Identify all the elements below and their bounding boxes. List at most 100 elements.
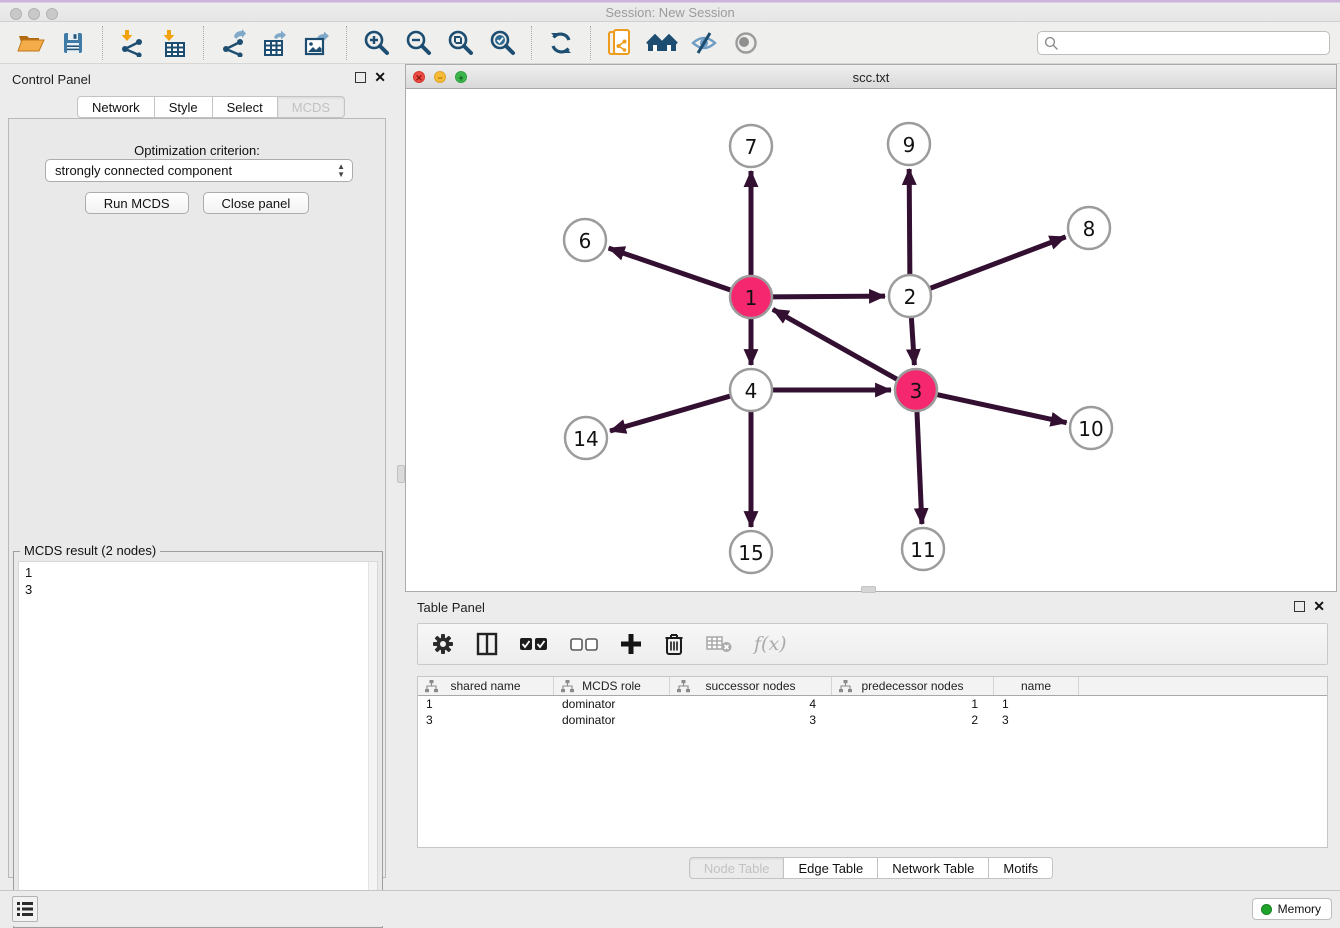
graph-edge-2-3[interactable] [911,315,914,365]
graph-node-label: 2 [904,285,917,309]
open-session-button[interactable] [14,26,48,60]
first-neighbors-button[interactable] [645,26,679,60]
mcds-panel: Optimization criterion: strongly connect… [8,118,386,878]
table-row[interactable]: 3 dominator 3 2 3 [418,712,1327,728]
graph-edge-1-2[interactable] [770,296,885,297]
column-header-shared-name[interactable]: shared name [418,677,554,695]
import-network-button[interactable] [115,26,149,60]
graph-node-label: 4 [745,379,758,403]
function-builder-button[interactable]: f(x) [754,633,787,655]
tab-motifs[interactable]: Motifs [989,857,1053,879]
cell-mcds-role[interactable]: dominator [554,712,670,728]
table-settings-button[interactable] [432,633,454,655]
tab-style[interactable]: Style [155,96,213,118]
table-split-view-button[interactable] [476,632,498,656]
table-delete-table-button[interactable] [706,635,732,653]
control-panel-tabs: Network Style Select MCDS [77,96,345,118]
splitter-handle-horizontal[interactable] [861,586,876,593]
search-input[interactable] [1037,31,1330,55]
export-network-button[interactable] [216,26,250,60]
table-delete-column-button[interactable] [664,632,684,656]
network-graph[interactable]: 1234678910111415 [406,89,1336,591]
hide-selected-button[interactable] [687,26,721,60]
cell-shared-name[interactable]: 3 [418,712,554,728]
graph-edge-1-6[interactable] [609,248,733,291]
network-view-window: ✕ − + scc.txt 1234678910111415 [405,64,1337,592]
graph-edge-3-11[interactable] [917,409,922,524]
cell-name[interactable]: 1 [994,696,1079,712]
open-folder-icon [17,31,45,55]
graph-node-label: 3 [910,379,923,403]
tree-icon [425,680,438,693]
control-panel: Control Panel ✕ Network Style Select MCD… [0,64,394,888]
cell-successor-nodes[interactable]: 3 [670,712,832,728]
tab-node-table[interactable]: Node Table [689,857,785,879]
unchecked-boxes-icon [570,637,598,651]
clone-network-icon [607,28,633,58]
graph-node-label: 14 [573,427,598,451]
window-title: Session: New Session [0,5,1340,20]
tab-select[interactable]: Select [213,96,278,118]
graph-node-label: 6 [579,229,592,253]
graph-edges [609,169,1067,527]
memory-label: Memory [1278,902,1321,916]
cell-name[interactable]: 3 [994,712,1079,728]
mcds-result-text[interactable]: 1 3 [18,561,378,923]
refresh-layout-button[interactable] [544,26,578,60]
export-image-icon [303,29,331,57]
main-toolbar [0,22,1340,64]
graph-edge-4-14[interactable] [610,395,733,431]
table-row[interactable]: 1 dominator 4 1 1 [418,696,1327,712]
cell-predecessor-nodes[interactable]: 2 [832,712,994,728]
export-table-button[interactable] [258,26,292,60]
run-mcds-button[interactable]: Run MCDS [85,192,189,214]
graph-edge-3-10[interactable] [935,394,1067,423]
table-panel-close-icon[interactable]: ✕ [1313,601,1325,612]
tab-edge-table[interactable]: Edge Table [784,857,878,879]
column-header-successor-nodes[interactable]: successor nodes [670,677,832,695]
close-panel-button[interactable]: Close panel [203,192,310,214]
export-image-button[interactable] [300,26,334,60]
save-session-button[interactable] [56,26,90,60]
import-network-icon [119,29,145,57]
graph-edge-2-9[interactable] [909,169,910,277]
zoom-in-button[interactable] [359,26,393,60]
cell-predecessor-nodes[interactable]: 1 [832,696,994,712]
control-panel-close-icon[interactable]: ✕ [374,72,386,83]
memory-button[interactable]: Memory [1252,898,1332,920]
tab-mcds[interactable]: MCDS [278,96,345,118]
tab-network-table[interactable]: Network Table [878,857,989,879]
zoom-selected-button[interactable] [485,26,519,60]
column-header-mcds-role[interactable]: MCDS role [554,677,670,695]
clone-network-button[interactable] [603,26,637,60]
window-titlebar: Session: New Session [0,0,1340,22]
import-table-button[interactable] [157,26,191,60]
cell-mcds-role[interactable]: dominator [554,696,670,712]
cell-shared-name[interactable]: 1 [418,696,554,712]
graph-edge-3-1[interactable] [773,309,900,380]
column-header-predecessor-nodes[interactable]: predecessor nodes [832,677,994,695]
memory-status-icon [1261,904,1272,915]
result-scrollbar[interactable] [368,562,377,922]
task-history-button[interactable] [12,896,38,922]
table-add-column-button[interactable] [620,633,642,655]
network-canvas[interactable]: 1234678910111415 [406,89,1336,591]
graph-node-label: 15 [738,541,763,565]
table-select-all-button[interactable] [520,637,548,651]
splitter-handle-vertical[interactable] [397,465,405,483]
table-deselect-all-button[interactable] [570,637,598,651]
cell-successor-nodes[interactable]: 4 [670,696,832,712]
mcds-result-group: MCDS result (2 nodes) 1 3 [13,551,383,928]
graph-edge-2-8[interactable] [928,237,1066,289]
network-window-titlebar[interactable]: ✕ − + scc.txt [406,65,1336,89]
control-panel-float-icon[interactable] [355,72,366,83]
zoom-fit-button[interactable] [443,26,477,60]
column-header-name[interactable]: name [994,677,1079,695]
optimization-criterion-select[interactable]: strongly connected component ▲▼ [45,159,353,182]
table-panel-float-icon[interactable] [1294,601,1305,612]
plus-icon [620,633,642,655]
tab-network[interactable]: Network [77,96,155,118]
show-all-button[interactable] [729,26,763,60]
toolbar-separator [203,26,204,60]
zoom-out-button[interactable] [401,26,435,60]
